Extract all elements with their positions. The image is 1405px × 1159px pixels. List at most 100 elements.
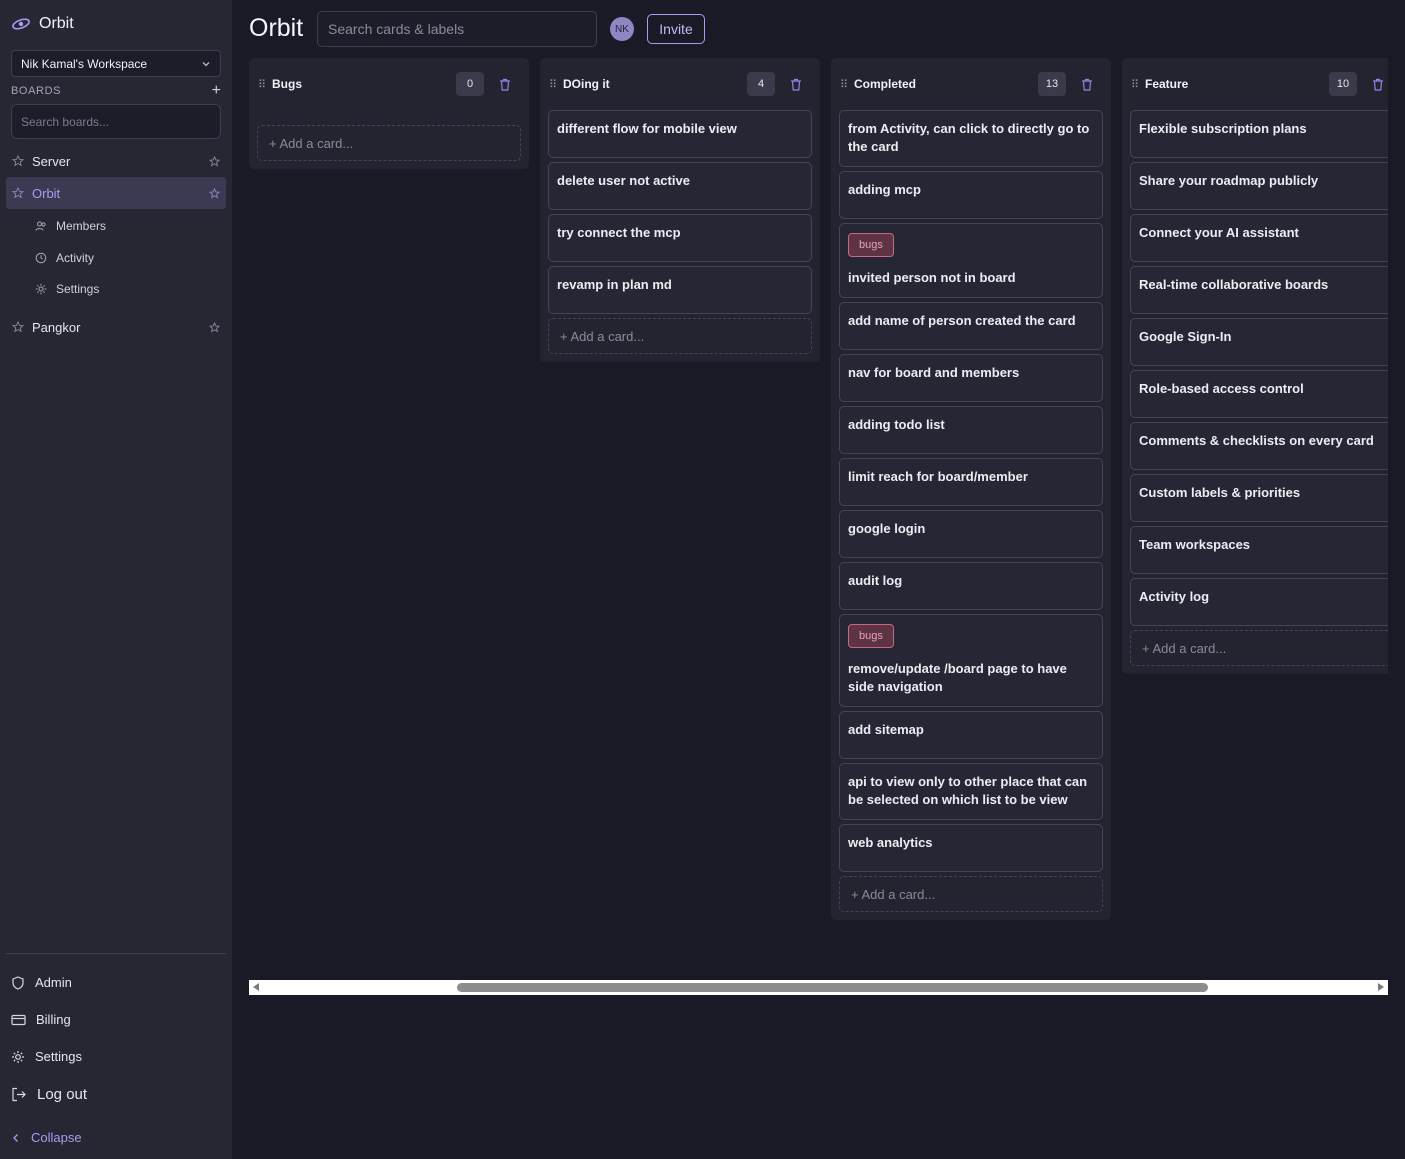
sidebar-item-server[interactable]: Server xyxy=(6,145,226,177)
drag-handle-icon[interactable]: ⠿ xyxy=(1131,78,1145,91)
list-title[interactable]: Feature xyxy=(1145,77,1329,91)
list-title[interactable]: DOing it xyxy=(563,77,747,91)
avatar[interactable]: NK xyxy=(610,17,634,41)
star-icon[interactable] xyxy=(12,155,24,167)
sidebar-admin[interactable]: Admin xyxy=(11,975,72,990)
card-title: adding mcp xyxy=(848,182,921,197)
card[interactable]: adding todo list xyxy=(839,406,1103,454)
chevron-down-icon xyxy=(202,61,210,66)
card[interactable]: api to view only to other place that can… xyxy=(839,763,1103,820)
card[interactable]: Activity log xyxy=(1130,578,1388,626)
sub-item-label: Members xyxy=(56,219,107,233)
add-card-button[interactable]: + Add a card... xyxy=(257,125,521,161)
add-card-button[interactable]: + Add a card... xyxy=(839,876,1103,912)
card[interactable]: try connect the mcp xyxy=(548,214,812,262)
card[interactable]: Real-time collaborative boards xyxy=(1130,266,1388,314)
invite-button[interactable]: Invite xyxy=(647,14,705,44)
settings-label: Settings xyxy=(35,1049,82,1064)
card[interactable]: Role-based access control xyxy=(1130,370,1388,418)
board-search-input[interactable] xyxy=(11,104,221,139)
card[interactable]: web analytics xyxy=(839,824,1103,872)
card-list: + Add a card... xyxy=(249,125,529,161)
card-list: Flexible subscription plans Share your r… xyxy=(1122,110,1388,666)
trash-icon[interactable] xyxy=(790,78,804,91)
drag-handle-icon[interactable]: ⠿ xyxy=(549,78,563,91)
sidebar-settings[interactable]: Settings xyxy=(11,1049,82,1064)
card-title: google login xyxy=(848,521,926,536)
scroll-right-arrow-icon[interactable] xyxy=(1378,983,1384,991)
card[interactable]: delete user not active xyxy=(548,162,812,210)
board-options-icon[interactable] xyxy=(209,187,220,199)
admin-label: Admin xyxy=(35,975,72,990)
sidebar-collapse[interactable]: Collapse xyxy=(11,1130,82,1145)
card[interactable]: Comments & checklists on every card xyxy=(1130,422,1388,470)
card[interactable]: bugs invited person not in board xyxy=(839,223,1103,298)
sidebar-sub-settings[interactable]: Settings xyxy=(35,282,99,296)
card[interactable]: adding mcp xyxy=(839,171,1103,219)
card-title: web analytics xyxy=(848,835,933,850)
list-header: ⠿ DOing it 4 xyxy=(540,58,820,110)
card[interactable]: different flow for mobile view xyxy=(548,110,812,158)
add-card-button[interactable]: + Add a card... xyxy=(548,318,812,354)
members-icon xyxy=(35,221,46,231)
card[interactable]: bugs remove/update /board page to have si… xyxy=(839,614,1103,707)
scroll-left-arrow-icon[interactable] xyxy=(253,983,259,991)
workspace-switcher[interactable]: Nik Kamal's Workspace xyxy=(11,50,221,77)
brand[interactable]: Orbit xyxy=(11,15,74,33)
card[interactable]: Flexible subscription plans xyxy=(1130,110,1388,158)
horizontal-scrollbar[interactable] xyxy=(249,980,1388,995)
board-options-icon[interactable] xyxy=(209,321,220,333)
board-options-icon[interactable] xyxy=(209,155,220,167)
card-title: Role-based access control xyxy=(1139,381,1304,396)
list-header: ⠿ Bugs 0 xyxy=(249,58,529,110)
card-title: from Activity, can click to directly go … xyxy=(848,121,1090,154)
trash-icon[interactable] xyxy=(1081,78,1095,91)
card[interactable]: Share your roadmap publicly xyxy=(1130,162,1388,210)
card[interactable]: google login xyxy=(839,510,1103,558)
trash-icon[interactable] xyxy=(1372,78,1386,91)
list-title[interactable]: Completed xyxy=(854,77,1038,91)
sidebar-sub-members[interactable]: Members xyxy=(35,219,106,233)
card[interactable]: Google Sign-In xyxy=(1130,318,1388,366)
drag-handle-icon[interactable]: ⠿ xyxy=(258,78,272,91)
card[interactable]: add sitemap xyxy=(839,711,1103,759)
card[interactable]: Team workspaces xyxy=(1130,526,1388,574)
credit-card-icon xyxy=(11,1014,26,1025)
card-title: remove/update /board page to have side n… xyxy=(848,661,1067,694)
card[interactable]: nav for board and members xyxy=(839,354,1103,402)
sidebar-item-orbit[interactable]: Orbit xyxy=(6,177,226,209)
card-count-badge: 13 xyxy=(1038,72,1066,96)
list-clip: ⠿ Feature 10 Flexible subscription plans… xyxy=(1122,58,1388,978)
boards-header: BOARDS + xyxy=(11,83,221,99)
boards-label: BOARDS xyxy=(11,85,62,97)
sidebar-sub-activity[interactable]: Activity xyxy=(35,251,94,265)
card-title: Comments & checklists on every card xyxy=(1139,433,1374,448)
sidebar-logout[interactable]: Log out xyxy=(11,1086,87,1103)
card[interactable]: revamp in plan md xyxy=(548,266,812,314)
trash-icon[interactable] xyxy=(499,78,513,91)
scrollbar-thumb[interactable] xyxy=(457,983,1208,992)
list-doing-it: ⠿ DOing it 4 different flow for mobile v… xyxy=(540,58,820,362)
collapse-label: Collapse xyxy=(31,1130,82,1145)
card[interactable]: audit log xyxy=(839,562,1103,610)
card[interactable]: limit reach for board/member xyxy=(839,458,1103,506)
card-title: add sitemap xyxy=(848,722,924,737)
shield-icon xyxy=(12,975,24,990)
card[interactable]: from Activity, can click to directly go … xyxy=(839,110,1103,167)
add-board-icon[interactable]: + xyxy=(212,83,221,99)
board-name: Pangkor xyxy=(32,319,81,335)
card-title: audit log xyxy=(848,573,903,588)
card[interactable]: Connect your AI assistant xyxy=(1130,214,1388,262)
list-title[interactable]: Bugs xyxy=(272,77,456,91)
board-name: Orbit xyxy=(32,185,61,201)
list-completed: ⠿ Completed 13 from Activity, can click … xyxy=(831,58,1111,920)
star-icon[interactable] xyxy=(12,321,24,333)
card[interactable]: Custom labels & priorities xyxy=(1130,474,1388,522)
search-cards-input[interactable] xyxy=(317,11,597,47)
sidebar-billing[interactable]: Billing xyxy=(11,1012,71,1027)
sidebar-item-pangkor[interactable]: Pangkor xyxy=(6,311,226,343)
card[interactable]: add name of person created the card xyxy=(839,302,1103,350)
drag-handle-icon[interactable]: ⠿ xyxy=(840,78,854,91)
star-icon[interactable] xyxy=(12,187,24,199)
add-card-button[interactable]: + Add a card... xyxy=(1130,630,1388,666)
